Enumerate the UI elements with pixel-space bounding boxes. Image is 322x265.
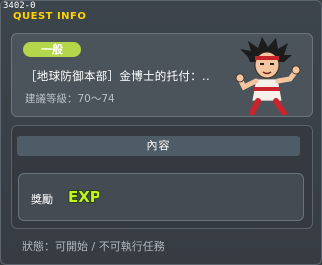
quest-info-window: 3402-0 QUEST INFO 一般 ［地球防御本部］金博士的托付：.. 建… (0, 0, 322, 265)
quest-id: 3402-0 (3, 1, 36, 11)
reward-label: 獎勵 (31, 193, 53, 206)
quest-name: ［地球防御本部］金博士的托付：.. (25, 69, 210, 83)
recommended-level: 建議等級：70～74 (25, 93, 115, 105)
quest-status: 狀態：可開始 / 不可執行任務 (22, 240, 165, 253)
window-title: QUEST INFO (13, 11, 87, 22)
svg-text:EXP: EXP (68, 188, 99, 205)
exp-icon[interactable]: EXP (67, 187, 99, 205)
reward-box (18, 173, 304, 221)
content-section-header: 內容 (17, 136, 300, 156)
npc-portrait-icon (235, 37, 301, 115)
quest-type-badge: 一般 (23, 42, 81, 57)
